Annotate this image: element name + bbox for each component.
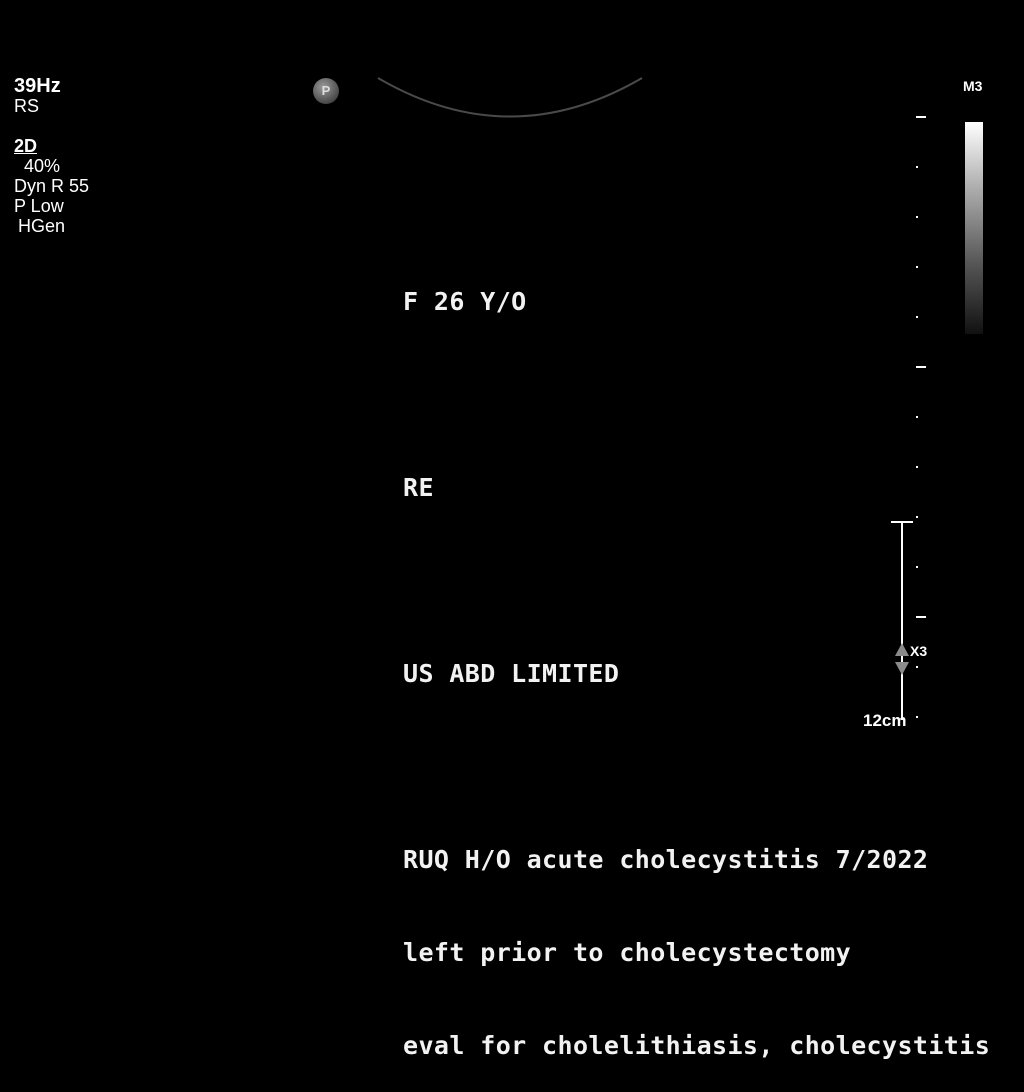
depth-tick-minor xyxy=(916,516,918,518)
history-line-3: eval for cholelithiasis, cholecystitis xyxy=(403,1031,991,1060)
zoom-factor: X3 xyxy=(910,643,928,659)
depth-tick-minor xyxy=(916,166,918,168)
depth-tick-minor xyxy=(916,466,918,468)
depth-tick-minor xyxy=(916,566,918,568)
depth-tick-minor xyxy=(916,216,918,218)
depth-label: 12cm xyxy=(863,711,907,730)
depth-scale xyxy=(916,116,926,718)
focus-line xyxy=(901,522,903,720)
depth-tick-minor xyxy=(916,266,918,268)
history-line-1: RUQ H/O acute cholecystitis 7/2022 xyxy=(403,845,929,874)
history-line-2: left prior to cholecystectomy xyxy=(403,938,852,967)
depth-tick-major xyxy=(916,116,926,118)
focus-zone-icon[interactable] xyxy=(893,641,911,677)
depth-tick-minor xyxy=(916,316,918,318)
depth-tick-minor xyxy=(916,666,918,668)
depth-tick-minor xyxy=(916,716,918,718)
depth-tick-major xyxy=(916,616,926,618)
depth-tick-major xyxy=(916,366,926,368)
depth-tick-minor xyxy=(916,416,918,418)
